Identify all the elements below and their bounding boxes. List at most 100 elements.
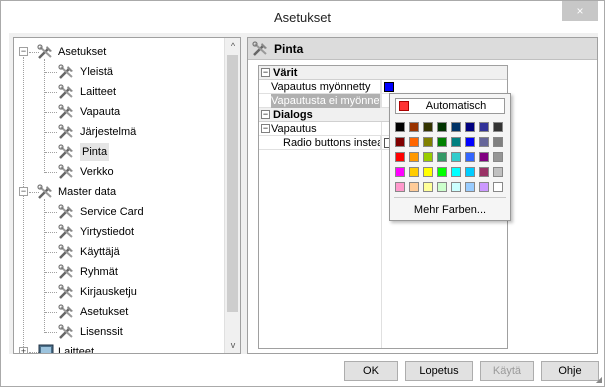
- tools-icon: [58, 304, 73, 319]
- tools-icon: [58, 264, 73, 279]
- color-cell[interactable]: [423, 152, 433, 162]
- color-cell[interactable]: [409, 152, 419, 162]
- tree-connector: [45, 272, 57, 273]
- panel-title: Pinta: [274, 42, 304, 56]
- ok-button[interactable]: OK: [344, 361, 398, 381]
- automatic-color-button[interactable]: Automatisch: [395, 98, 505, 114]
- scroll-up-button[interactable]: ^: [225, 38, 240, 54]
- group-collapse-toggle[interactable]: −: [261, 124, 270, 133]
- color-cell[interactable]: [479, 167, 489, 177]
- color-cell[interactable]: [465, 122, 475, 132]
- color-cell[interactable]: [409, 122, 419, 132]
- tree-connector: [45, 232, 57, 233]
- tree-item-14[interactable]: Asetukset: [14, 303, 219, 321]
- color-cell[interactable]: [493, 152, 503, 162]
- category-label: Värit: [273, 67, 298, 79]
- color-cell[interactable]: [451, 122, 461, 132]
- color-cell[interactable]: [409, 182, 419, 192]
- settings-window: Asetukset × − Asetukset Yleistä Laitteet Vap…: [0, 0, 605, 387]
- color-cell[interactable]: [395, 167, 405, 177]
- resize-grip[interactable]: ◢: [596, 375, 602, 384]
- tree-item-2[interactable]: Yleistä: [14, 63, 219, 81]
- automatic-color-label: Automatisch: [425, 100, 487, 112]
- tools-icon: [58, 204, 73, 219]
- color-cell[interactable]: [493, 122, 503, 132]
- tree-expander[interactable]: −: [19, 47, 28, 56]
- color-cell[interactable]: [465, 167, 475, 177]
- color-cell[interactable]: [451, 137, 461, 147]
- tree-item-label: Master data: [58, 186, 117, 198]
- tree-item-label: Service Card: [80, 206, 144, 218]
- tree-item-10[interactable]: Yirtystiedot: [14, 223, 219, 241]
- tree-item-3[interactable]: Laitteet: [14, 83, 219, 101]
- tree-item-13[interactable]: Kirjausketju: [14, 283, 219, 301]
- color-cell[interactable]: [423, 182, 433, 192]
- tree-item-5[interactable]: Järjestelmä: [14, 123, 219, 141]
- color-cell[interactable]: [493, 137, 503, 147]
- color-cell[interactable]: [423, 122, 433, 132]
- color-cell[interactable]: [465, 137, 475, 147]
- tools-icon: [37, 44, 52, 59]
- color-cell[interactable]: [437, 137, 447, 147]
- color-cell[interactable]: [395, 122, 405, 132]
- tools-icon: [58, 124, 73, 139]
- color-cell[interactable]: [451, 167, 461, 177]
- color-cell[interactable]: [437, 167, 447, 177]
- color-cell[interactable]: [479, 182, 489, 192]
- settings-tree: − Asetukset Yleistä Laitteet Vapauta Järjeste…: [13, 37, 241, 354]
- tree-item-1[interactable]: − Asetukset: [14, 43, 219, 61]
- tree-item-7[interactable]: Verkko: [14, 163, 219, 181]
- color-cell[interactable]: [409, 137, 419, 147]
- tree-item-4[interactable]: Vapauta: [14, 103, 219, 121]
- color-cell[interactable]: [437, 182, 447, 192]
- color-cell[interactable]: [465, 182, 475, 192]
- color-cell[interactable]: [479, 152, 489, 162]
- tree-expander[interactable]: −: [19, 187, 28, 196]
- scroll-down-button[interactable]: v: [225, 337, 240, 353]
- panel-header: Pinta: [248, 38, 597, 60]
- color-cell[interactable]: [451, 152, 461, 162]
- help-button[interactable]: Ohje: [541, 361, 599, 381]
- color-cell[interactable]: [479, 122, 489, 132]
- apply-button[interactable]: Käytä: [480, 361, 534, 381]
- tree-item-label: Yleistä: [80, 66, 114, 78]
- more-colors-button[interactable]: Mehr Farben...: [390, 204, 510, 216]
- tree-item-label: Järjestelmä: [80, 126, 137, 138]
- property-row-release-granted[interactable]: Vapautus myönnetty: [259, 80, 507, 94]
- tree-scrollbar[interactable]: ^ v: [224, 38, 240, 353]
- color-cell[interactable]: [409, 167, 419, 177]
- color-cell[interactable]: [423, 167, 433, 177]
- color-cell[interactable]: [395, 152, 405, 162]
- tree-item-16[interactable]: + Laitteet: [14, 343, 219, 353]
- tree-item-12[interactable]: Ryhmät: [14, 263, 219, 281]
- tree-connector: [45, 172, 57, 173]
- color-picker-popup: Automatisch Mehr Farben...: [389, 93, 511, 221]
- tree-item-11[interactable]: Käyttäjä: [14, 243, 219, 261]
- scroll-thumb[interactable]: [227, 55, 238, 312]
- tree-connector: [45, 292, 57, 293]
- color-cell[interactable]: [423, 137, 433, 147]
- tree-item-15[interactable]: Lisenssit: [14, 323, 219, 341]
- tree-item-9[interactable]: Service Card: [14, 203, 219, 221]
- category-label: Dialogs: [273, 109, 313, 121]
- close-button[interactable]: ×: [562, 1, 598, 21]
- color-cell[interactable]: [395, 137, 405, 147]
- grid-category-colors[interactable]: − Värit: [259, 66, 507, 80]
- tree-item-6[interactable]: Pinta: [14, 143, 219, 161]
- popup-divider: [394, 197, 506, 198]
- title-bar: Asetukset ×: [1, 1, 604, 33]
- category-collapse-toggle[interactable]: −: [261, 68, 270, 77]
- tree-item-8[interactable]: − Master data: [14, 183, 219, 201]
- category-collapse-toggle[interactable]: −: [261, 110, 270, 119]
- color-cell[interactable]: [437, 122, 447, 132]
- tree-expander[interactable]: +: [19, 347, 28, 353]
- color-cell[interactable]: [479, 137, 489, 147]
- tree-item-label: Vapauta: [80, 106, 121, 118]
- cancel-button[interactable]: Lopetus: [405, 361, 473, 381]
- color-cell[interactable]: [395, 182, 405, 192]
- color-cell[interactable]: [493, 182, 503, 192]
- color-cell[interactable]: [437, 152, 447, 162]
- color-cell[interactable]: [493, 167, 503, 177]
- color-cell[interactable]: [465, 152, 475, 162]
- color-cell[interactable]: [451, 182, 461, 192]
